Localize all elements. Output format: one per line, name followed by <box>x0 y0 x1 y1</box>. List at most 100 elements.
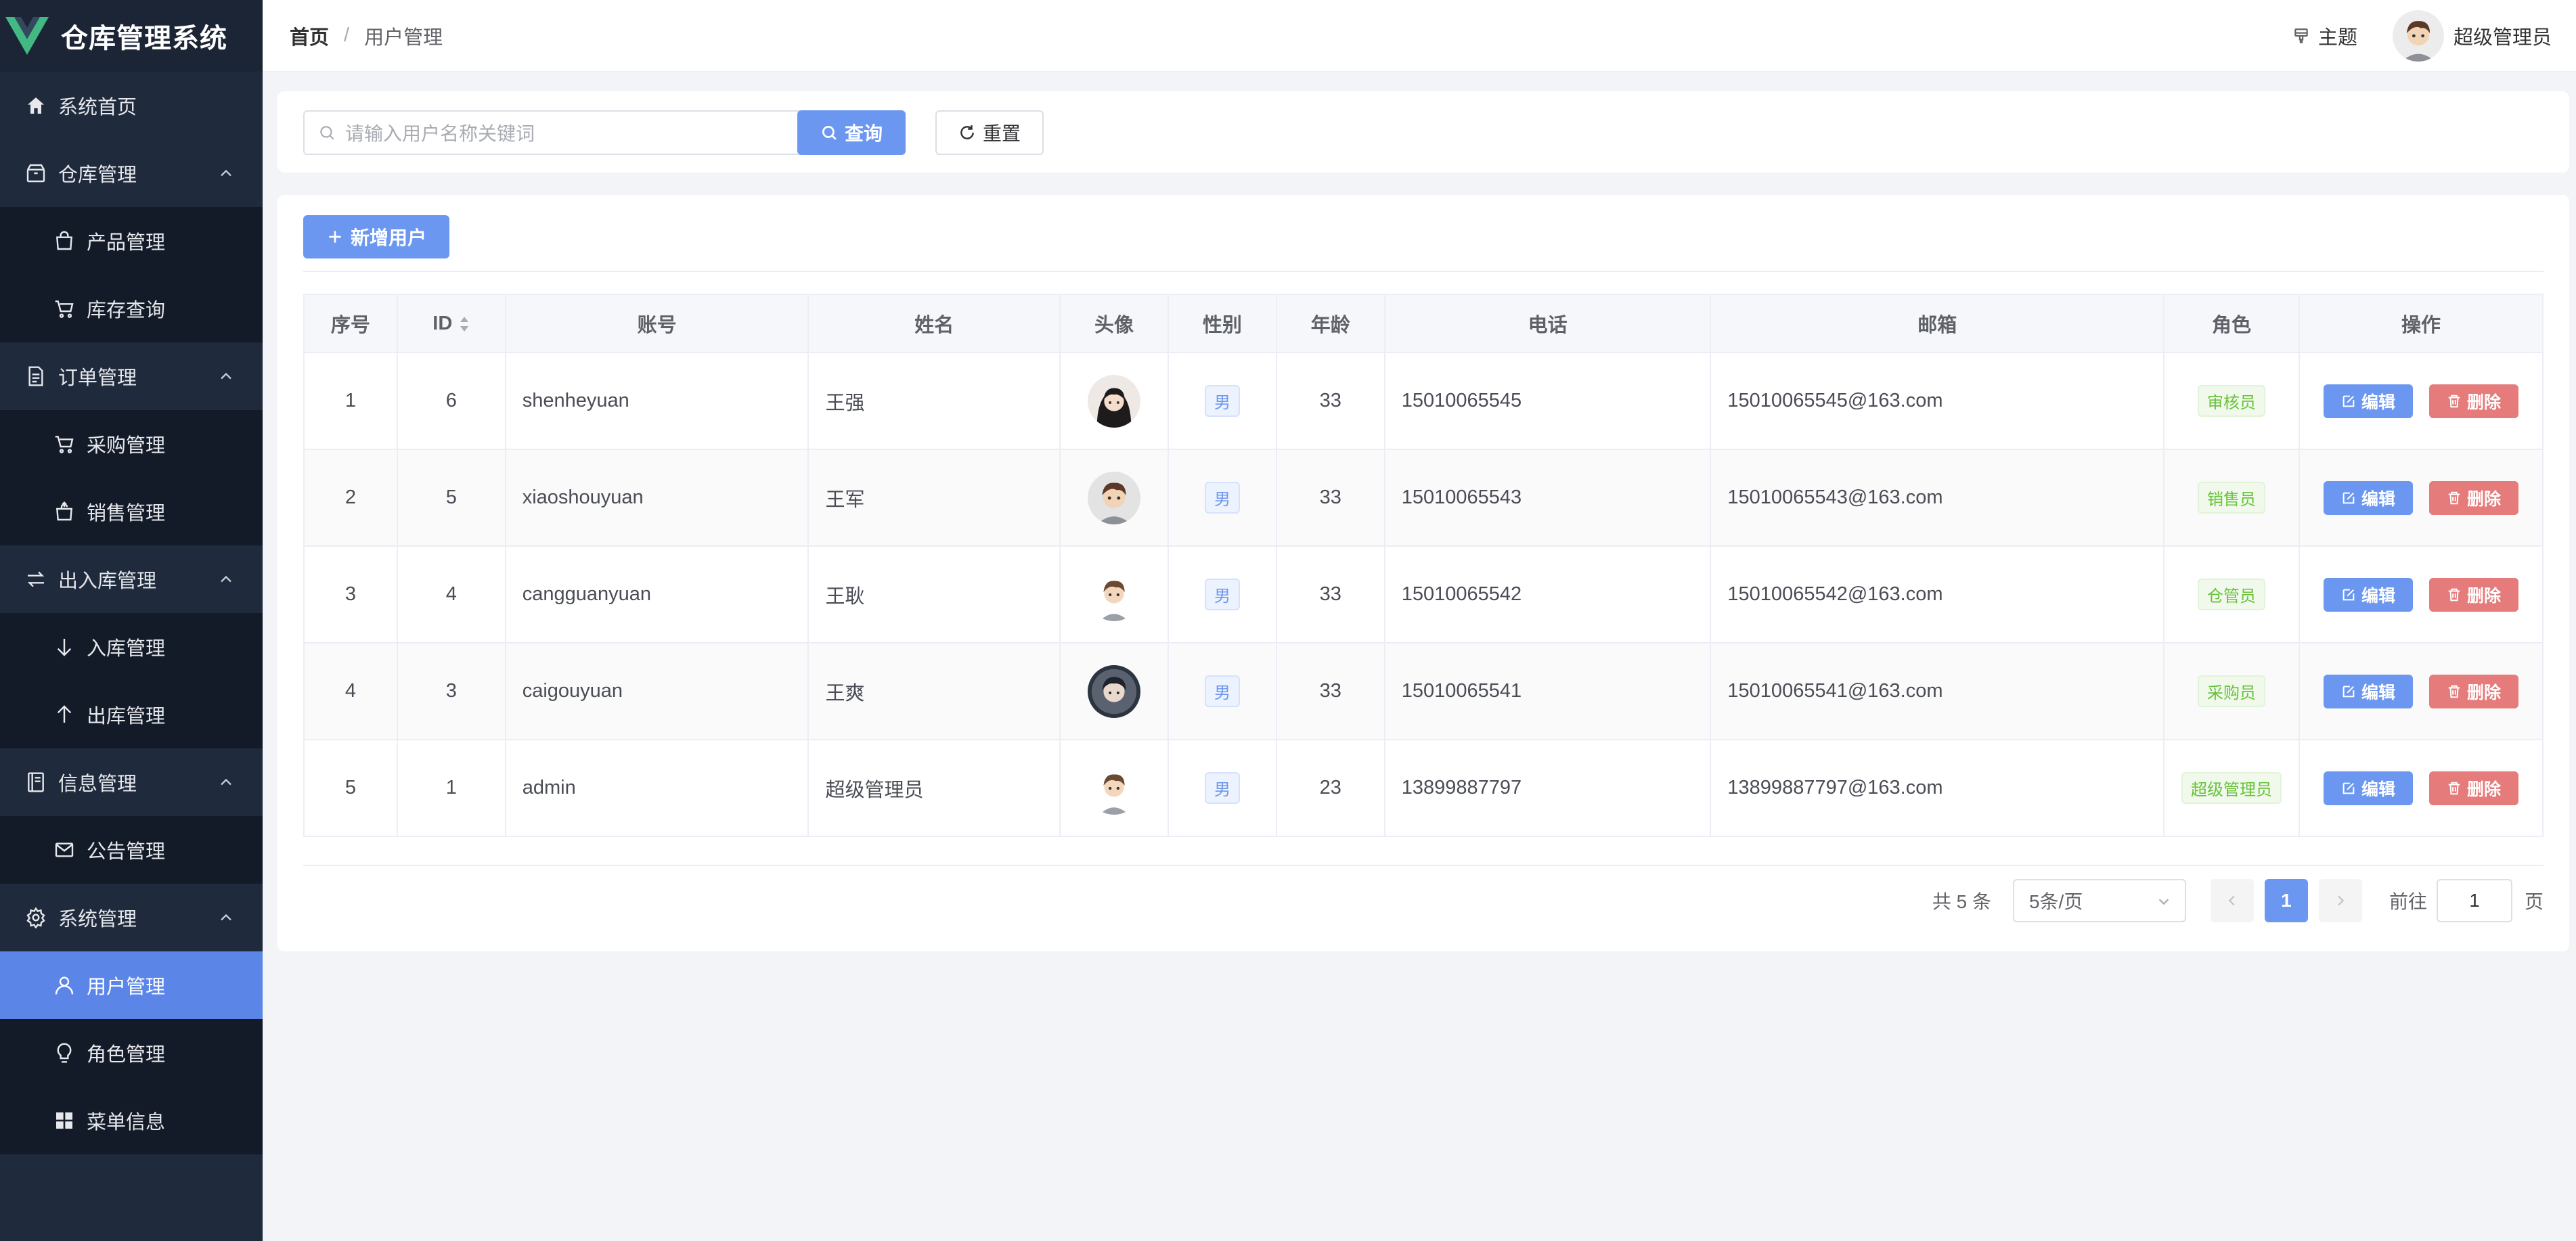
edit-button[interactable]: 编辑 <box>2324 674 2413 708</box>
delete-label: 删除 <box>2466 780 2501 799</box>
cell-gender: 男 <box>1168 449 1277 547</box>
goto-label: 前往 <box>2389 891 2427 912</box>
role-tag: 超级管理员 <box>2181 772 2282 804</box>
cell-index: 1 <box>304 353 398 450</box>
sidebar-item-8[interactable]: 入库管理 <box>0 613 263 681</box>
delete-button[interactable]: 删除 <box>2429 577 2518 612</box>
col-header-id-label: ID <box>432 312 453 334</box>
query-button-label: 查询 <box>844 123 883 144</box>
user-avatar-image <box>1088 568 1141 621</box>
edit-button[interactable]: 编辑 <box>2324 384 2413 418</box>
cell-name: 王强 <box>808 353 1061 450</box>
delete-button[interactable]: 删除 <box>2429 674 2518 708</box>
sort-caret-icon[interactable] <box>459 315 470 333</box>
brush-icon[interactable] <box>2292 27 2310 45</box>
cell-actions: 编辑 删除 <box>2299 546 2544 644</box>
sidebar-item-14[interactable]: 角色管理 <box>0 1019 263 1087</box>
sidebar-item-1[interactable]: 仓库管理 <box>0 139 263 207</box>
breadcrumb-home[interactable]: 首页 <box>290 22 329 50</box>
sell-icon <box>53 500 76 523</box>
sidebar-item-label: 公告管理 <box>87 841 166 863</box>
col-header-name: 姓名 <box>808 294 1061 353</box>
goto-page-input[interactable]: 1 <box>2436 879 2512 922</box>
sidebar: 仓库管理系统 系统首页仓库管理产品管理库存查询订单管理采购管理销售管理 出入库管理… <box>0 0 263 1241</box>
cell-age: 33 <box>1276 643 1385 740</box>
query-button[interactable]: 查询 <box>797 110 906 155</box>
sidebar-item-0[interactable]: 系统首页 <box>0 72 263 139</box>
table-row: 4 3 caigouyuan 王爽 男 33 15010065541 15010065541@… <box>304 643 2544 740</box>
cell-gender: 男 <box>1168 353 1277 450</box>
sidebar-item-5[interactable]: 采购管理 <box>0 410 263 478</box>
gender-tag: 男 <box>1204 482 1240 514</box>
cell-gender: 男 <box>1168 740 1277 837</box>
user-name[interactable]: 超级管理员 <box>2453 22 2552 50</box>
delete-button[interactable]: 删除 <box>2429 480 2518 515</box>
sidebar-item-4[interactable]: 订单管理 <box>0 342 263 410</box>
page-suffix: 页 <box>2524 891 2544 912</box>
sidebar-item-15[interactable]: 菜单信息 <box>0 1087 263 1154</box>
sidebar-item-label: 出库管理 <box>87 706 166 727</box>
edit-button[interactable]: 编辑 <box>2324 480 2413 515</box>
sidebar-item-6[interactable]: 销售管理 <box>0 478 263 545</box>
edit-button[interactable]: 编辑 <box>2324 771 2413 805</box>
user-avatar[interactable] <box>2392 10 2444 62</box>
cell-email: 15010065541@163.com <box>1710 643 2165 740</box>
sidebar-item-12[interactable]: 系统管理 <box>0 884 263 951</box>
sidebar-item-11[interactable]: 公告管理 <box>0 816 263 884</box>
refresh-icon <box>960 125 974 139</box>
row-actions: 编辑 删除 <box>2300 771 2542 805</box>
cell-gender: 男 <box>1168 643 1277 740</box>
chevron-right-icon <box>2338 895 2345 906</box>
search-input[interactable]: 请输入用户名称关键词 <box>303 110 803 155</box>
table-row: 1 6 shenheyuan 王强 男 33 15010065545 15010065545@… <box>304 353 2544 450</box>
app-logo[interactable]: 仓库管理系统 <box>0 0 263 72</box>
page-number-button[interactable]: 1 <box>2264 879 2308 922</box>
col-header-id[interactable]: ID <box>397 294 506 353</box>
cell-email: 15010065542@163.com <box>1710 546 2165 644</box>
reset-button[interactable]: 重置 <box>935 110 1044 155</box>
edit-button[interactable]: 编辑 <box>2324 577 2413 612</box>
edit-icon <box>2342 782 2355 794</box>
cell-account: xiaoshouyuan <box>505 449 809 547</box>
boy-avatar-icon <box>2392 10 2444 62</box>
sidebar-item-10[interactable]: 信息管理 <box>0 748 263 816</box>
page-size-value: 5条/页 <box>2028 891 2083 912</box>
next-page-button[interactable] <box>2318 879 2362 922</box>
sidebar-item-9[interactable]: 出库管理 <box>0 681 263 748</box>
cell-id: 3 <box>397 643 506 740</box>
col-header-index: 序号 <box>304 294 398 353</box>
row-actions: 编辑 删除 <box>2300 674 2542 708</box>
arrow-down-icon <box>53 635 76 658</box>
sidebar-menu: 系统首页仓库管理产品管理库存查询订单管理采购管理销售管理 出入库管理 入库管理出库管… <box>0 72 263 1154</box>
col-header-role: 角色 <box>2164 294 2300 353</box>
gender-tag: 男 <box>1204 675 1240 707</box>
cell-phone: 15010065543 <box>1384 449 1712 547</box>
header-actions: 主题 超级管理员 <box>2292 0 2552 72</box>
row-actions: 编辑 删除 <box>2300 480 2542 515</box>
cell-name: 超级管理员 <box>808 740 1061 837</box>
delete-button[interactable]: 删除 <box>2429 384 2518 418</box>
prev-page-button[interactable] <box>2210 879 2254 922</box>
sidebar-item-7[interactable]: 出入库管理 <box>0 545 263 613</box>
cell-role: 仓管员 <box>2164 546 2300 644</box>
delete-button[interactable]: 删除 <box>2429 771 2518 805</box>
sidebar-item-2[interactable]: 产品管理 <box>0 207 263 275</box>
sidebar-item-13[interactable]: 用户管理 <box>0 951 263 1019</box>
cell-avatar <box>1060 643 1169 740</box>
cell-role: 超级管理员 <box>2164 740 2300 837</box>
add-user-button[interactable]: 新增用户 <box>303 215 449 258</box>
page-size-select[interactable]: 5条/页 <box>2012 879 2186 922</box>
chevron-up-icon <box>221 169 231 177</box>
switch-icon <box>24 568 47 591</box>
sidebar-item-label: 仓库管理 <box>58 164 137 186</box>
sidebar-item-label: 采购管理 <box>87 435 166 457</box>
sidebar-item-label: 系统管理 <box>58 909 137 930</box>
sidebar-item-label: 库存查询 <box>87 300 166 321</box>
edit-label: 编辑 <box>2361 780 2395 799</box>
cell-email: 15010065543@163.com <box>1710 449 2165 547</box>
sidebar-item-3[interactable]: 库存查询 <box>0 275 263 342</box>
chevron-up-icon <box>221 575 231 583</box>
breadcrumb-current: 用户管理 <box>364 26 443 49</box>
theme-button[interactable]: 主题 <box>2318 22 2357 50</box>
col-header-account: 账号 <box>505 294 809 353</box>
